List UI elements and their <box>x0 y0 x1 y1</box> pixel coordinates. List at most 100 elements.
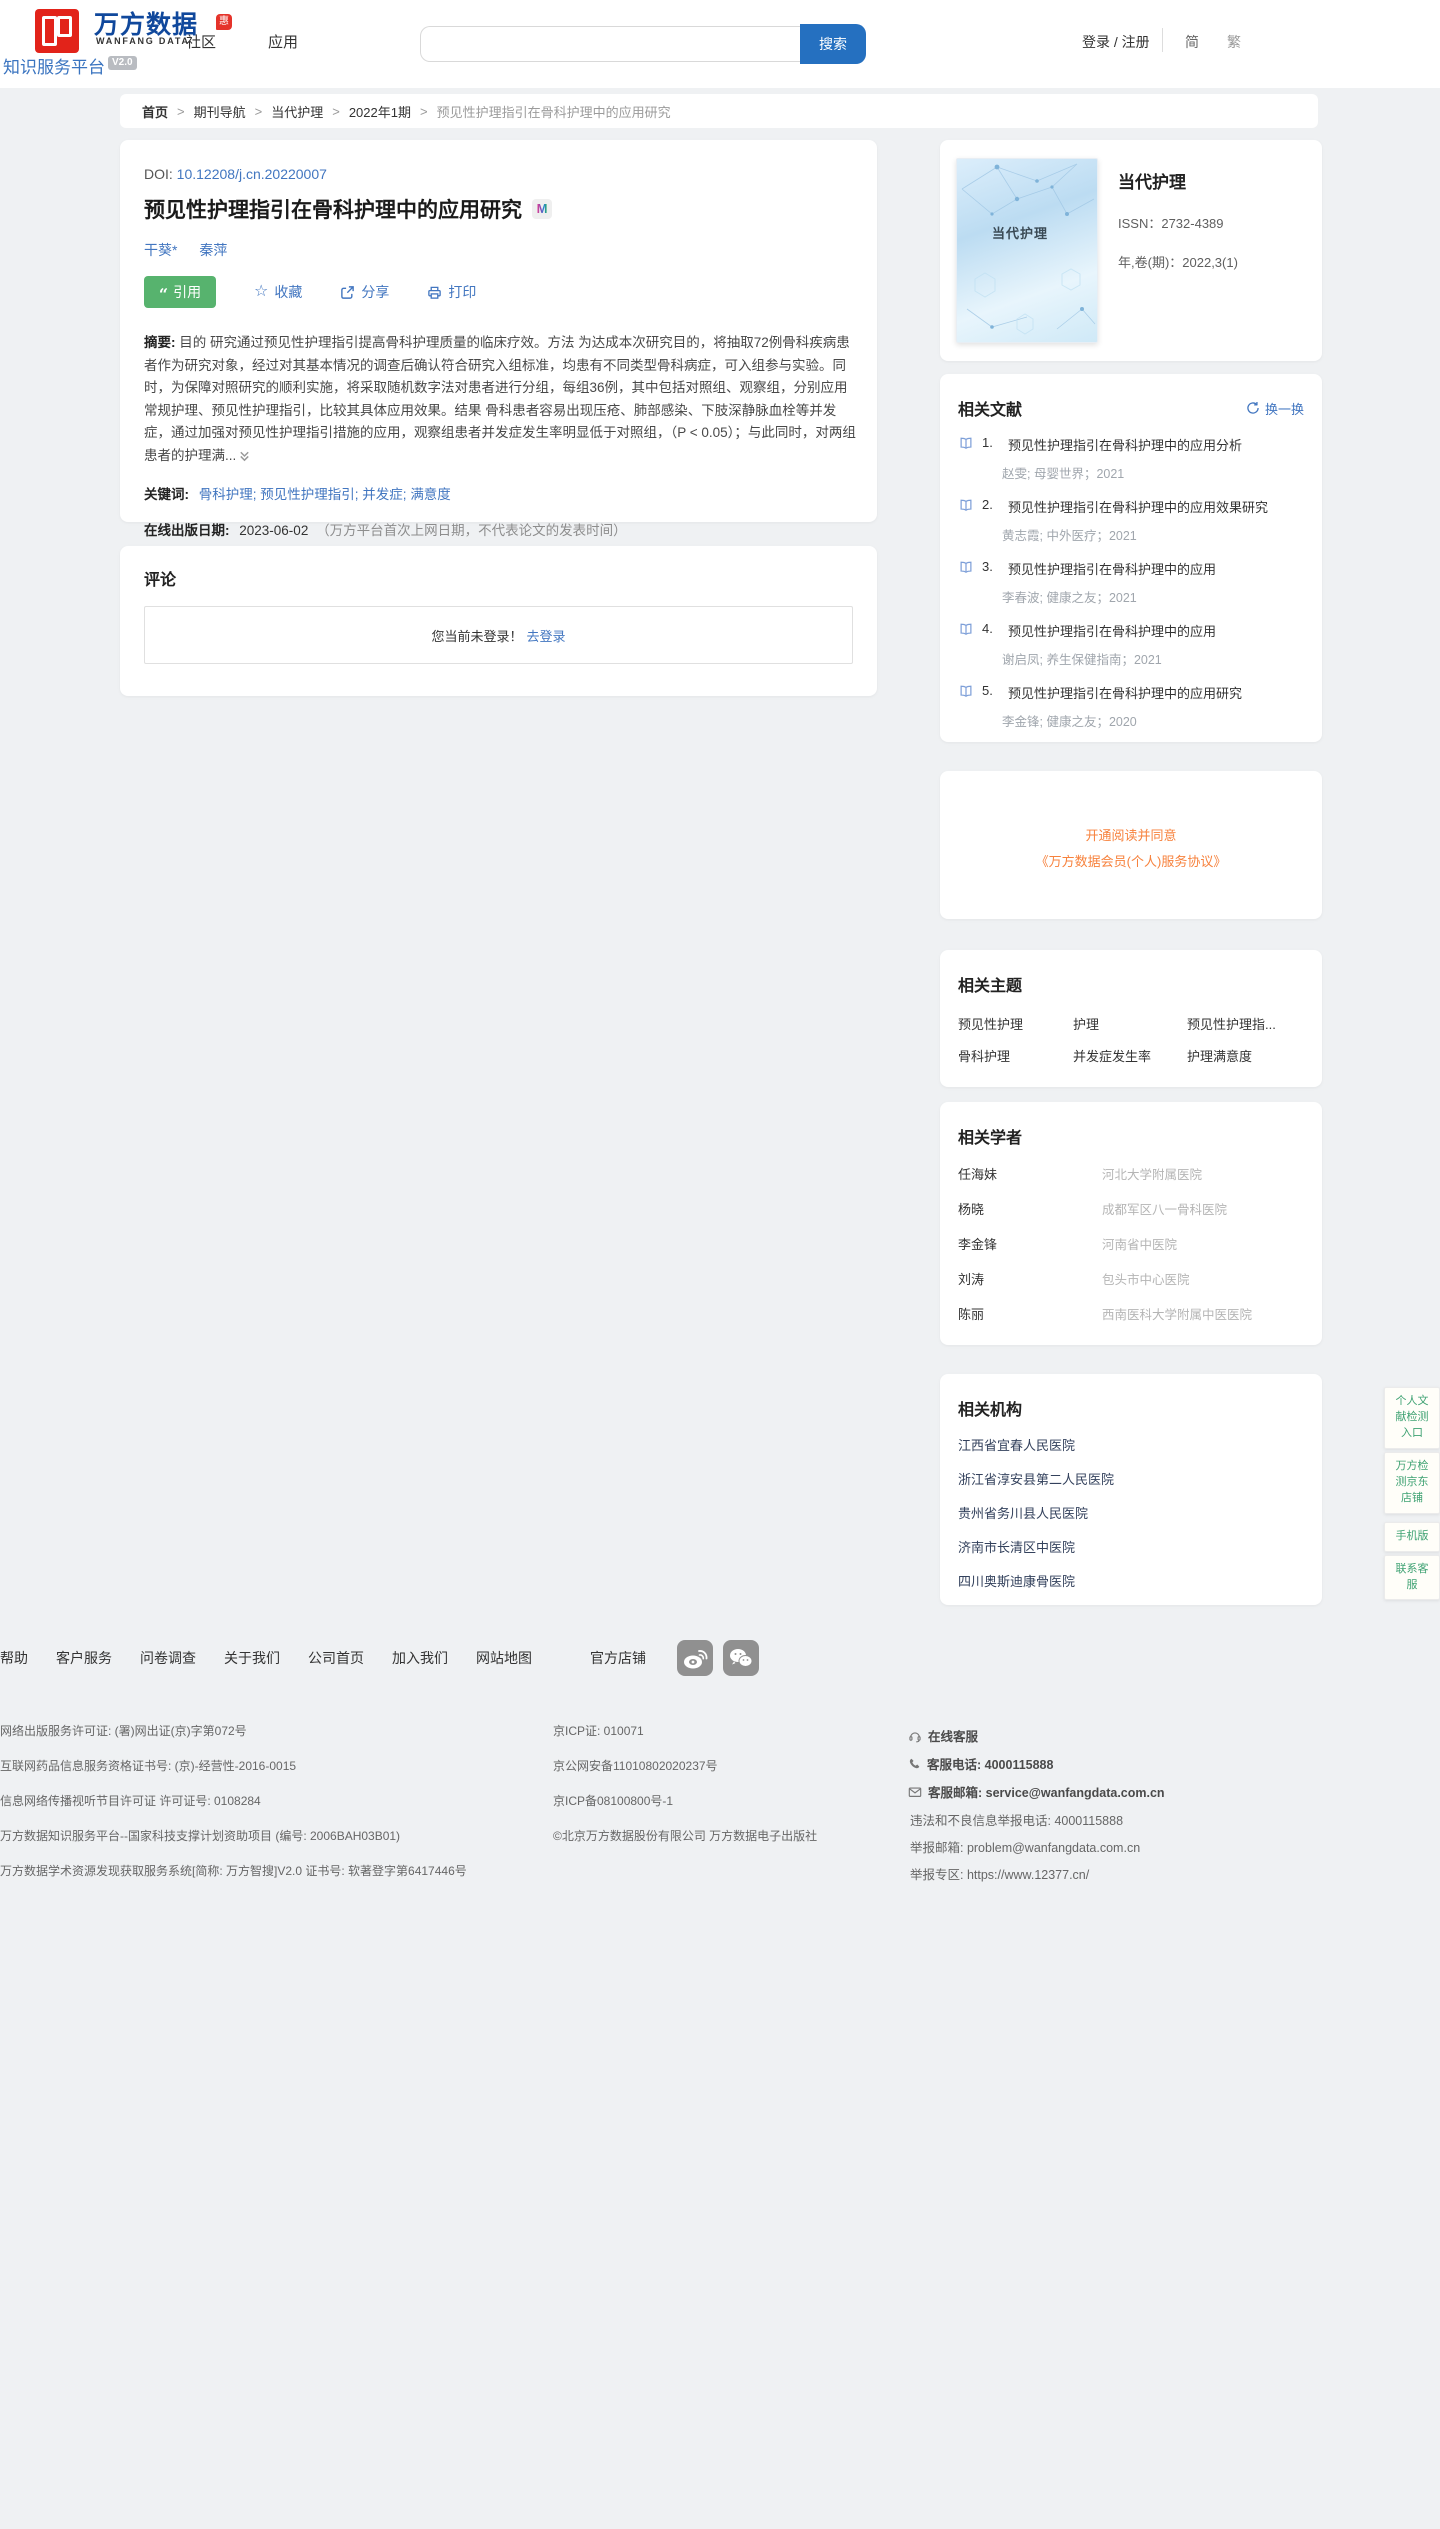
topic-link[interactable]: 骨科护理 <box>958 1046 1073 1065</box>
wechat-icon[interactable] <box>723 1640 759 1676</box>
float-mobile-button[interactable]: 手机版 <box>1384 1521 1440 1552</box>
breadcrumb-issue[interactable]: 2022年1期 <box>349 102 411 121</box>
related-ref-item[interactable]: 3. 预见性护理指引在骨科护理中的应用 李春波; 健康之友；2021 <box>958 559 1304 606</box>
footer-icp-line: 京公网安备11010802020237号 <box>553 1759 718 1773</box>
float-contact-button[interactable]: 联系客服 <box>1384 1554 1440 1601</box>
lang-simplified[interactable]: 简 <box>1185 32 1199 52</box>
report-site[interactable]: 举报专区: https://www.12377.cn/ <box>910 1864 1165 1883</box>
org-link[interactable]: 济南市长清区中医院 <box>958 1537 1304 1556</box>
scholar-name[interactable]: 刘涛 <box>958 1269 1102 1288</box>
related-literature-card: 相关文献 换一换 1. 预见性护理指引在骨科护理中的应用分析 赵雯; 母婴世界；… <box>940 374 1322 742</box>
keyword-link[interactable]: 预见性护理指引 <box>260 487 362 502</box>
footer-link-sitemap[interactable]: 网站地图 <box>476 1648 532 1668</box>
abstract-label: 摘要: <box>144 335 176 350</box>
collect-label: 收藏 <box>274 284 303 300</box>
service-phone-line: 客服电话: 4000115888 <box>908 1754 1165 1773</box>
weibo-icon[interactable] <box>677 1640 713 1676</box>
service-email: 客服邮箱: service@wanfangdata.com.cn <box>928 1786 1165 1800</box>
related-ref-item[interactable]: 2. 预见性护理指引在骨科护理中的应用效果研究 黄志霞; 中外医疗；2021 <box>958 497 1304 544</box>
book-icon <box>960 623 972 635</box>
org-link[interactable]: 贵州省务川县人民医院 <box>958 1503 1304 1522</box>
footer-link-join[interactable]: 加入我们 <box>392 1648 448 1668</box>
ref-title[interactable]: 预见性护理指引在骨科护理中的应用分析 <box>1008 435 1242 454</box>
scholar-affiliation: 河北大学附属医院 <box>1102 1168 1203 1182</box>
breadcrumb-journal-nav[interactable]: 期刊导航 <box>194 102 246 121</box>
author-link[interactable]: 秦萍 <box>199 242 227 258</box>
report-email: 举报邮箱: problem@wanfangdata.com.cn <box>910 1841 1141 1855</box>
footer-link-help[interactable]: 帮助 <box>0 1648 28 1668</box>
abstract-text: 目的 研究通过预见性护理指引提高骨科护理质量的临床疗效。方法 为达成本次研究目的… <box>144 335 856 463</box>
book-icon <box>960 685 972 697</box>
related-ref-item[interactable]: 1. 预见性护理指引在骨科护理中的应用分析 赵雯; 母婴世界；2021 <box>958 435 1304 482</box>
scholar-row: 陈丽 西南医科大学附属中医医院 <box>958 1304 1304 1323</box>
scholar-name[interactable]: 陈丽 <box>958 1304 1102 1323</box>
breadcrumb: 首页 > 期刊导航 > 当代护理 > 2022年1期 > 预见性护理指引在骨科护… <box>120 94 1318 128</box>
footer-nav: 帮助 客户服务 问卷调查 关于我们 公司首页 加入我们 网站地图 官方店铺 <box>0 1648 674 1668</box>
keyword-link[interactable]: 并发症 <box>362 487 410 502</box>
org-link[interactable]: 四川奥斯迪康骨医院 <box>958 1571 1304 1590</box>
member-notice-text: 开通阅读并同意 <box>1085 828 1177 843</box>
lang-traditional[interactable]: 繁 <box>1227 32 1241 52</box>
metrics-badge[interactable]: M <box>532 199 552 219</box>
footer-link-survey[interactable]: 问卷调查 <box>140 1648 196 1668</box>
doi-link[interactable]: 10.12208/j.cn.20220007 <box>177 166 327 182</box>
mail-icon <box>908 1786 922 1797</box>
go-login-link[interactable]: 去登录 <box>527 626 566 645</box>
topic-link[interactable]: 护理 <box>1073 1014 1187 1033</box>
book-icon <box>960 561 972 573</box>
comments-login-box: 您当前未登录！ 去登录 <box>144 606 853 664</box>
related-ref-item[interactable]: 4. 预见性护理指引在骨科护理中的应用 谢启凤; 养生保健指南；2021 <box>958 621 1304 668</box>
print-button[interactable]: 打印 <box>427 282 476 302</box>
search-button[interactable]: 搜索 <box>800 24 866 64</box>
keyword-link[interactable]: 满意度 <box>410 487 451 502</box>
search-input[interactable] <box>420 26 800 62</box>
scholar-name[interactable]: 杨晓 <box>958 1199 1102 1218</box>
topic-link[interactable]: 护理满意度 <box>1187 1046 1304 1065</box>
expand-abstract-icon[interactable] <box>238 447 251 470</box>
related-ref-item[interactable]: 5. 预见性护理指引在骨科护理中的应用研究 李金锋; 健康之友；2020 <box>958 683 1304 730</box>
refresh-button[interactable]: 换一换 <box>1246 399 1304 418</box>
ref-title[interactable]: 预见性护理指引在骨科护理中的应用研究 <box>1008 683 1242 702</box>
footer-link-shop[interactable]: 官方店铺 <box>590 1648 646 1668</box>
breadcrumb-journal[interactable]: 当代护理 <box>271 102 323 121</box>
ref-title[interactable]: 预见性护理指引在骨科护理中的应用效果研究 <box>1008 497 1268 516</box>
topic-link[interactable]: 预见性护理 <box>958 1014 1073 1033</box>
cite-button[interactable]: “ 引用 <box>144 276 216 308</box>
nav-community[interactable]: 社区 惠 <box>186 14 233 52</box>
ref-title[interactable]: 预见性护理指引在骨科护理中的应用 <box>1008 559 1216 578</box>
login-register-link[interactable]: 登录 / 注册 <box>1082 32 1150 52</box>
journal-cover[interactable]: 当代护理 <box>956 158 1098 343</box>
float-jd-shop-button[interactable]: 万方检测京东店铺 <box>1384 1451 1440 1514</box>
online-service-line[interactable]: 在线客服 <box>908 1726 1165 1745</box>
collect-button[interactable]: ☆ 收藏 <box>254 282 302 302</box>
related-orgs-title: 相关机构 <box>958 1402 1023 1419</box>
hot-badge: 惠 <box>216 14 233 30</box>
keyword-link[interactable]: 骨科护理 <box>199 487 261 502</box>
breadcrumb-current: 预见性护理指引在骨科护理中的应用研究 <box>436 104 671 120</box>
ref-title[interactable]: 预见性护理指引在骨科护理中的应用 <box>1008 621 1216 640</box>
footer-link-about[interactable]: 关于我们 <box>224 1648 280 1668</box>
wanfang-logo-icon[interactable] <box>35 9 79 53</box>
topic-link[interactable]: 预见性护理指... <box>1187 1014 1304 1033</box>
scholar-name[interactable]: 任海妹 <box>958 1164 1102 1183</box>
breadcrumb-home[interactable]: 首页 <box>142 102 168 121</box>
service-phone: 客服电话: 4000115888 <box>927 1758 1054 1772</box>
footer-link-company[interactable]: 公司首页 <box>308 1648 364 1668</box>
topic-link[interactable]: 并发症发生率 <box>1073 1046 1187 1065</box>
author-link[interactable]: 干葵* <box>144 242 177 258</box>
related-literature-header: 相关文献 换一换 <box>958 396 1304 420</box>
footer-icp-line: 京ICP证: 010071 <box>553 1724 644 1738</box>
float-doc-check-button[interactable]: 个人文献检测入口 <box>1384 1387 1440 1449</box>
nav-apps[interactable]: 应用 <box>268 31 298 52</box>
footer-license-line: 万方数据知识服务平台--国家科技支撑计划资助项目 (编号: 2006BAH03B… <box>0 1829 401 1843</box>
footer-link-service[interactable]: 客户服务 <box>56 1648 112 1668</box>
article-card: DOI: 10.12208/j.cn.20220007 预见性护理指引在骨科护理… <box>120 140 877 538</box>
online-service-label: 在线客服 <box>928 1730 979 1744</box>
scholar-name[interactable]: 李金锋 <box>958 1234 1102 1253</box>
org-link[interactable]: 浙江省淳安县第二人民医院 <box>958 1469 1304 1488</box>
org-link[interactable]: 江西省宜春人民医院 <box>958 1435 1304 1454</box>
member-agreement-link[interactable]: 《万方数据会员(个人)服务协议》 <box>958 851 1304 870</box>
share-button[interactable]: 分享 <box>340 282 389 302</box>
login-hint: 您当前未登录！ <box>431 628 523 644</box>
journal-name[interactable]: 当代护理 <box>1118 168 1238 193</box>
